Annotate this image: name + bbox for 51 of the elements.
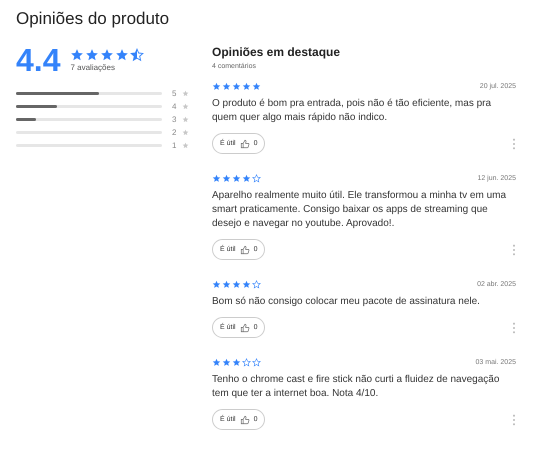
star-icon xyxy=(70,48,84,62)
thumbs-up-icon xyxy=(240,244,250,254)
star-icon xyxy=(252,174,261,183)
star-icon xyxy=(182,102,189,110)
star-icon xyxy=(242,174,251,183)
star-icon xyxy=(85,48,100,62)
star-icon xyxy=(232,174,241,183)
star-level-label: 3 xyxy=(172,114,178,124)
star-icon xyxy=(222,280,231,289)
star-icon xyxy=(182,90,189,96)
star-icon xyxy=(232,358,241,367)
star-icon xyxy=(222,358,231,367)
star-icon xyxy=(222,82,231,91)
thumbs-up-icon xyxy=(240,322,250,332)
star-icon xyxy=(100,48,114,62)
star-level-label: 4 xyxy=(172,102,178,110)
more-options-icon[interactable] xyxy=(512,138,516,150)
star-icon xyxy=(130,48,144,62)
star-icon xyxy=(252,82,261,91)
star-icon xyxy=(232,280,241,289)
star-icon xyxy=(222,174,231,183)
average-rating: 4.4 xyxy=(16,43,60,77)
thumbs-up-icon xyxy=(240,414,250,424)
star-icon xyxy=(182,128,189,136)
more-options-icon[interactable] xyxy=(512,414,516,426)
star-icon xyxy=(242,82,251,91)
star-icon xyxy=(252,358,261,367)
review-text: Bom só não consigo colocar meu pacote de assinatura nele. xyxy=(212,295,481,309)
star-icon xyxy=(212,280,221,289)
star-icon xyxy=(252,280,261,289)
star-level-label: 5 xyxy=(172,88,178,98)
more-options-icon[interactable] xyxy=(512,244,516,256)
review-text: Tenho o chrome cast e fire stick não curti a fluidez de navegação tem que ter a internet boa. Nota 4/10. xyxy=(212,373,500,401)
star-icon xyxy=(115,48,130,62)
star-icon xyxy=(242,358,251,367)
star-icon xyxy=(212,82,221,91)
more-options-icon[interactable] xyxy=(512,322,516,334)
star-level-label: 1 xyxy=(172,140,178,150)
star-icon xyxy=(182,142,189,148)
star-icon xyxy=(182,116,189,122)
star-icon xyxy=(232,82,241,91)
thumbs-up-icon xyxy=(240,138,250,148)
page-title: Opiniões do produto xyxy=(16,8,170,30)
star-level-label: 2 xyxy=(172,128,178,136)
review-text: O produto é bom pra entrada, pois não é tão eficiente, mas pra quem quer algo mais rápido não indico. xyxy=(212,97,492,125)
star-icon xyxy=(242,280,251,289)
star-icon xyxy=(212,174,221,183)
ratings-count: 7 avaliações xyxy=(70,63,116,72)
review-text: Aparelho realmente muito útil. Ele transformou a minha tv em uma smart praticamente. Consigo baixar os apps de streaming que desejo e navegar no youtube. Aprovado!. xyxy=(212,189,508,231)
star-icon xyxy=(212,358,221,367)
section-heading: Opiniões em destaque xyxy=(212,45,342,59)
